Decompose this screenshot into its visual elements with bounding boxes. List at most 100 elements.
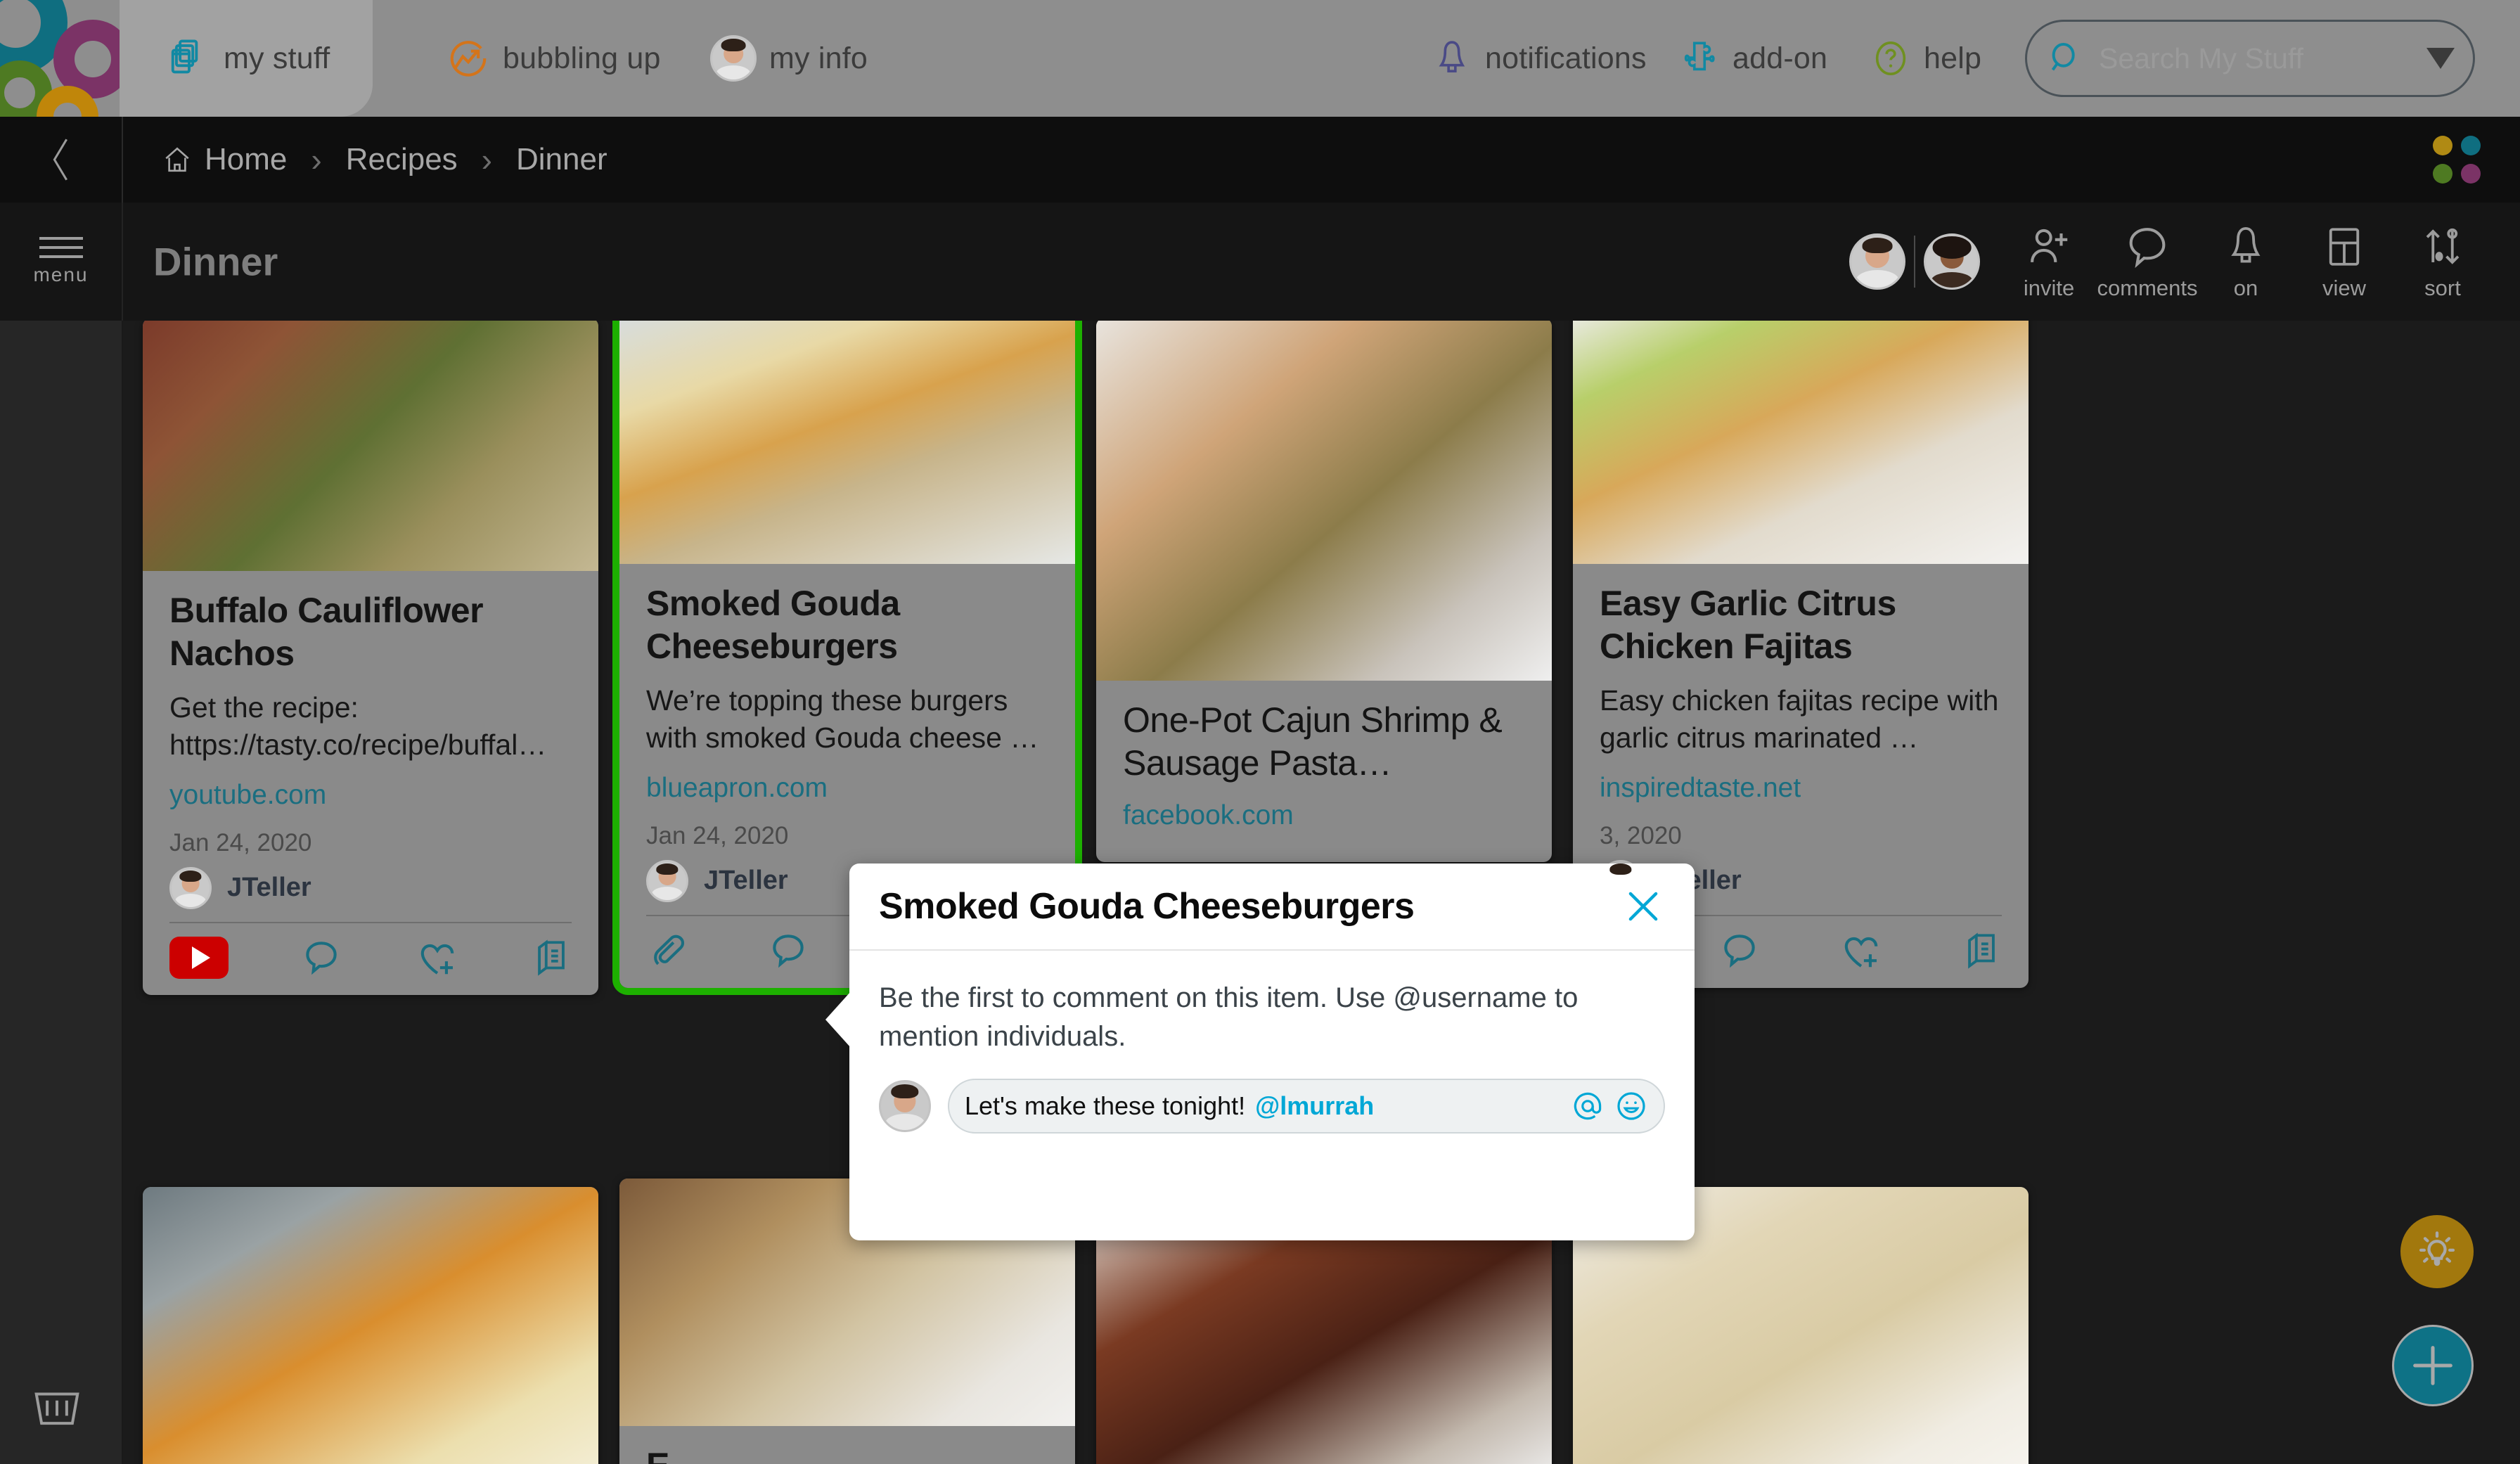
card-source-link[interactable]: inspiredtaste.net <box>1600 773 2002 804</box>
breadcrumb: Home › Recipes › Dinner <box>123 141 608 179</box>
card-description: We’re topping these burgers with smoked … <box>646 684 1039 755</box>
heart-plus-icon[interactable] <box>1839 929 1884 972</box>
search-input[interactable]: Search My Stuff <box>2025 20 2475 97</box>
home-icon <box>162 145 192 174</box>
card-buffalo-cauliflower-nachos[interactable]: Buffalo Cauliflower Nachos Get the recip… <box>143 321 598 995</box>
nav-help-label: help <box>1924 41 1982 75</box>
add-button[interactable] <box>2392 1325 2474 1406</box>
card-title: Easy Garlic Citrus Chicken Fajitas <box>1600 584 1896 666</box>
sort-button[interactable]: sort <box>2393 203 2492 321</box>
user-avatar-icon <box>710 35 757 82</box>
nav-my-info[interactable]: my info <box>710 0 868 117</box>
modal-header: Smoked Gouda Cheeseburgers <box>849 863 1695 949</box>
youtube-icon[interactable] <box>169 936 229 979</box>
heart-plus-icon[interactable] <box>415 936 460 980</box>
view-label: view <box>2322 276 2366 300</box>
nav-notifications[interactable]: notifications <box>1432 0 1647 117</box>
card-source-link[interactable]: youtube.com <box>169 780 572 811</box>
breadcrumb-item-dinner[interactable]: Dinner <box>516 142 608 177</box>
card-thumbnail[interactable] <box>143 321 598 571</box>
modal-pointer <box>825 991 851 1048</box>
breadcrumb-separator: › <box>481 141 492 178</box>
nav-my-info-label: my info <box>769 41 868 75</box>
comments-label: comments <box>2097 276 2198 300</box>
modal-title: Smoked Gouda Cheeseburgers <box>879 886 1415 927</box>
menu-button[interactable]: menu <box>0 203 123 321</box>
card-cheese-dip[interactable] <box>143 1187 598 1464</box>
card-thumbnail[interactable] <box>619 321 1075 564</box>
bell-icon <box>1432 37 1472 80</box>
nav-my-stuff[interactable]: my stuff <box>167 0 330 117</box>
smiley-face-icon[interactable] <box>1614 1089 1648 1123</box>
search-placeholder: Search My Stuff <box>2099 41 2303 75</box>
trending-circle-icon <box>446 37 490 80</box>
card-thumbnail[interactable] <box>143 1187 598 1464</box>
comment-mention[interactable]: @lmurrah <box>1255 1091 1374 1121</box>
comment-composer: Let's make these tonight! @lmurrah <box>849 1056 1695 1134</box>
breadcrumb-separator: › <box>311 141 322 178</box>
notifications-on-button[interactable]: on <box>2197 203 2295 321</box>
back-button[interactable] <box>0 117 123 203</box>
comment-icon[interactable] <box>300 936 343 980</box>
nav-my-stuff-label: my stuff <box>224 41 330 75</box>
card-author-name: JTeller <box>704 866 788 896</box>
nav-notifications-label: notifications <box>1485 41 1647 75</box>
card-title: E… <box>646 1444 1048 1464</box>
avatar <box>646 859 688 902</box>
comment-modal[interactable]: Smoked Gouda Cheeseburgers Be the first … <box>825 863 1695 1240</box>
invite-label: invite <box>2023 276 2075 300</box>
card-description: Get the recipe: https://tasty.co/recipe/… <box>169 691 547 762</box>
puzzle-piece-icon <box>1679 37 1720 80</box>
card-title: One-Pot Cajun Shrimp & Sausage Pasta… <box>1123 700 1503 783</box>
card-date: Jan 24, 2020 <box>646 821 789 849</box>
card-thumbnail[interactable] <box>1096 321 1552 681</box>
close-x-icon[interactable] <box>1621 885 1665 928</box>
card-thumbnail[interactable] <box>1573 321 2029 564</box>
trash-button[interactable] <box>31 1387 83 1427</box>
breadcrumb-item-recipes[interactable]: Recipes <box>346 142 458 177</box>
nav-bubbling-up[interactable]: bubbling up <box>446 0 661 117</box>
book-icon[interactable] <box>1961 929 2002 972</box>
toolbar-actions: invite comments on view sort <box>1849 203 2492 321</box>
nav-help[interactable]: help <box>1870 0 1981 117</box>
comment-icon[interactable] <box>1718 929 1761 972</box>
card-actions <box>143 923 598 995</box>
breadcrumb-label-home: Home <box>205 142 288 176</box>
card-cajun-shrimp-sausage-pasta[interactable]: One-Pot Cajun Shrimp & Sausage Pasta… fa… <box>1096 321 1552 862</box>
top-navigation-bar: my stuff bubbling up my info notificatio… <box>0 0 2520 117</box>
paperclip-icon[interactable] <box>646 929 690 972</box>
breadcrumb-bar: Home › Recipes › Dinner <box>0 117 2520 203</box>
app-logo[interactable] <box>0 0 132 117</box>
avatar <box>879 1080 931 1133</box>
comment-input[interactable]: Let's make these tonight! @lmurrah <box>948 1079 1665 1134</box>
nav-add-on-label: add-on <box>1732 41 1828 75</box>
comment-icon[interactable] <box>766 929 810 972</box>
comments-button[interactable]: comments <box>2097 203 2198 321</box>
folders-icon <box>167 37 211 80</box>
sort-label: sort <box>2424 276 2461 300</box>
card-title: Smoked Gouda Cheeseburgers <box>646 584 900 666</box>
notifications-on-label: on <box>2233 276 2258 300</box>
nav-add-on[interactable]: add-on <box>1679 0 1827 117</box>
view-button[interactable]: view <box>2295 203 2393 321</box>
page-toolbar: menu Dinner invite comments on view sort <box>0 203 2520 321</box>
comment-text: Let's make these tonight! <box>965 1091 1246 1121</box>
card-author-name: JTeller <box>227 873 311 903</box>
avatar-member-2[interactable] <box>1924 233 1980 290</box>
hamburger-icon <box>39 237 83 258</box>
modal-message: Be the first to comment on this item. Us… <box>879 982 1579 1053</box>
invite-button[interactable]: invite <box>2000 203 2098 321</box>
breadcrumb-item-home[interactable]: Home <box>162 142 287 177</box>
app-grid-icon[interactable] <box>2433 136 2481 184</box>
card-date: 3, 2020 <box>1600 821 1682 849</box>
book-icon[interactable] <box>531 936 572 980</box>
caret-down-icon[interactable] <box>2426 48 2455 69</box>
idea-button[interactable] <box>2400 1215 2474 1288</box>
avatar-member-1[interactable] <box>1849 233 1905 290</box>
nav-bubbling-up-label: bubbling up <box>503 41 661 75</box>
divider <box>1914 236 1915 288</box>
at-sign-icon[interactable] <box>1571 1089 1605 1123</box>
card-source-link[interactable]: blueapron.com <box>646 773 1048 804</box>
card-source-link[interactable]: facebook.com <box>1123 800 1525 831</box>
card-description: Easy chicken fajitas recipe with garlic … <box>1600 684 1999 755</box>
